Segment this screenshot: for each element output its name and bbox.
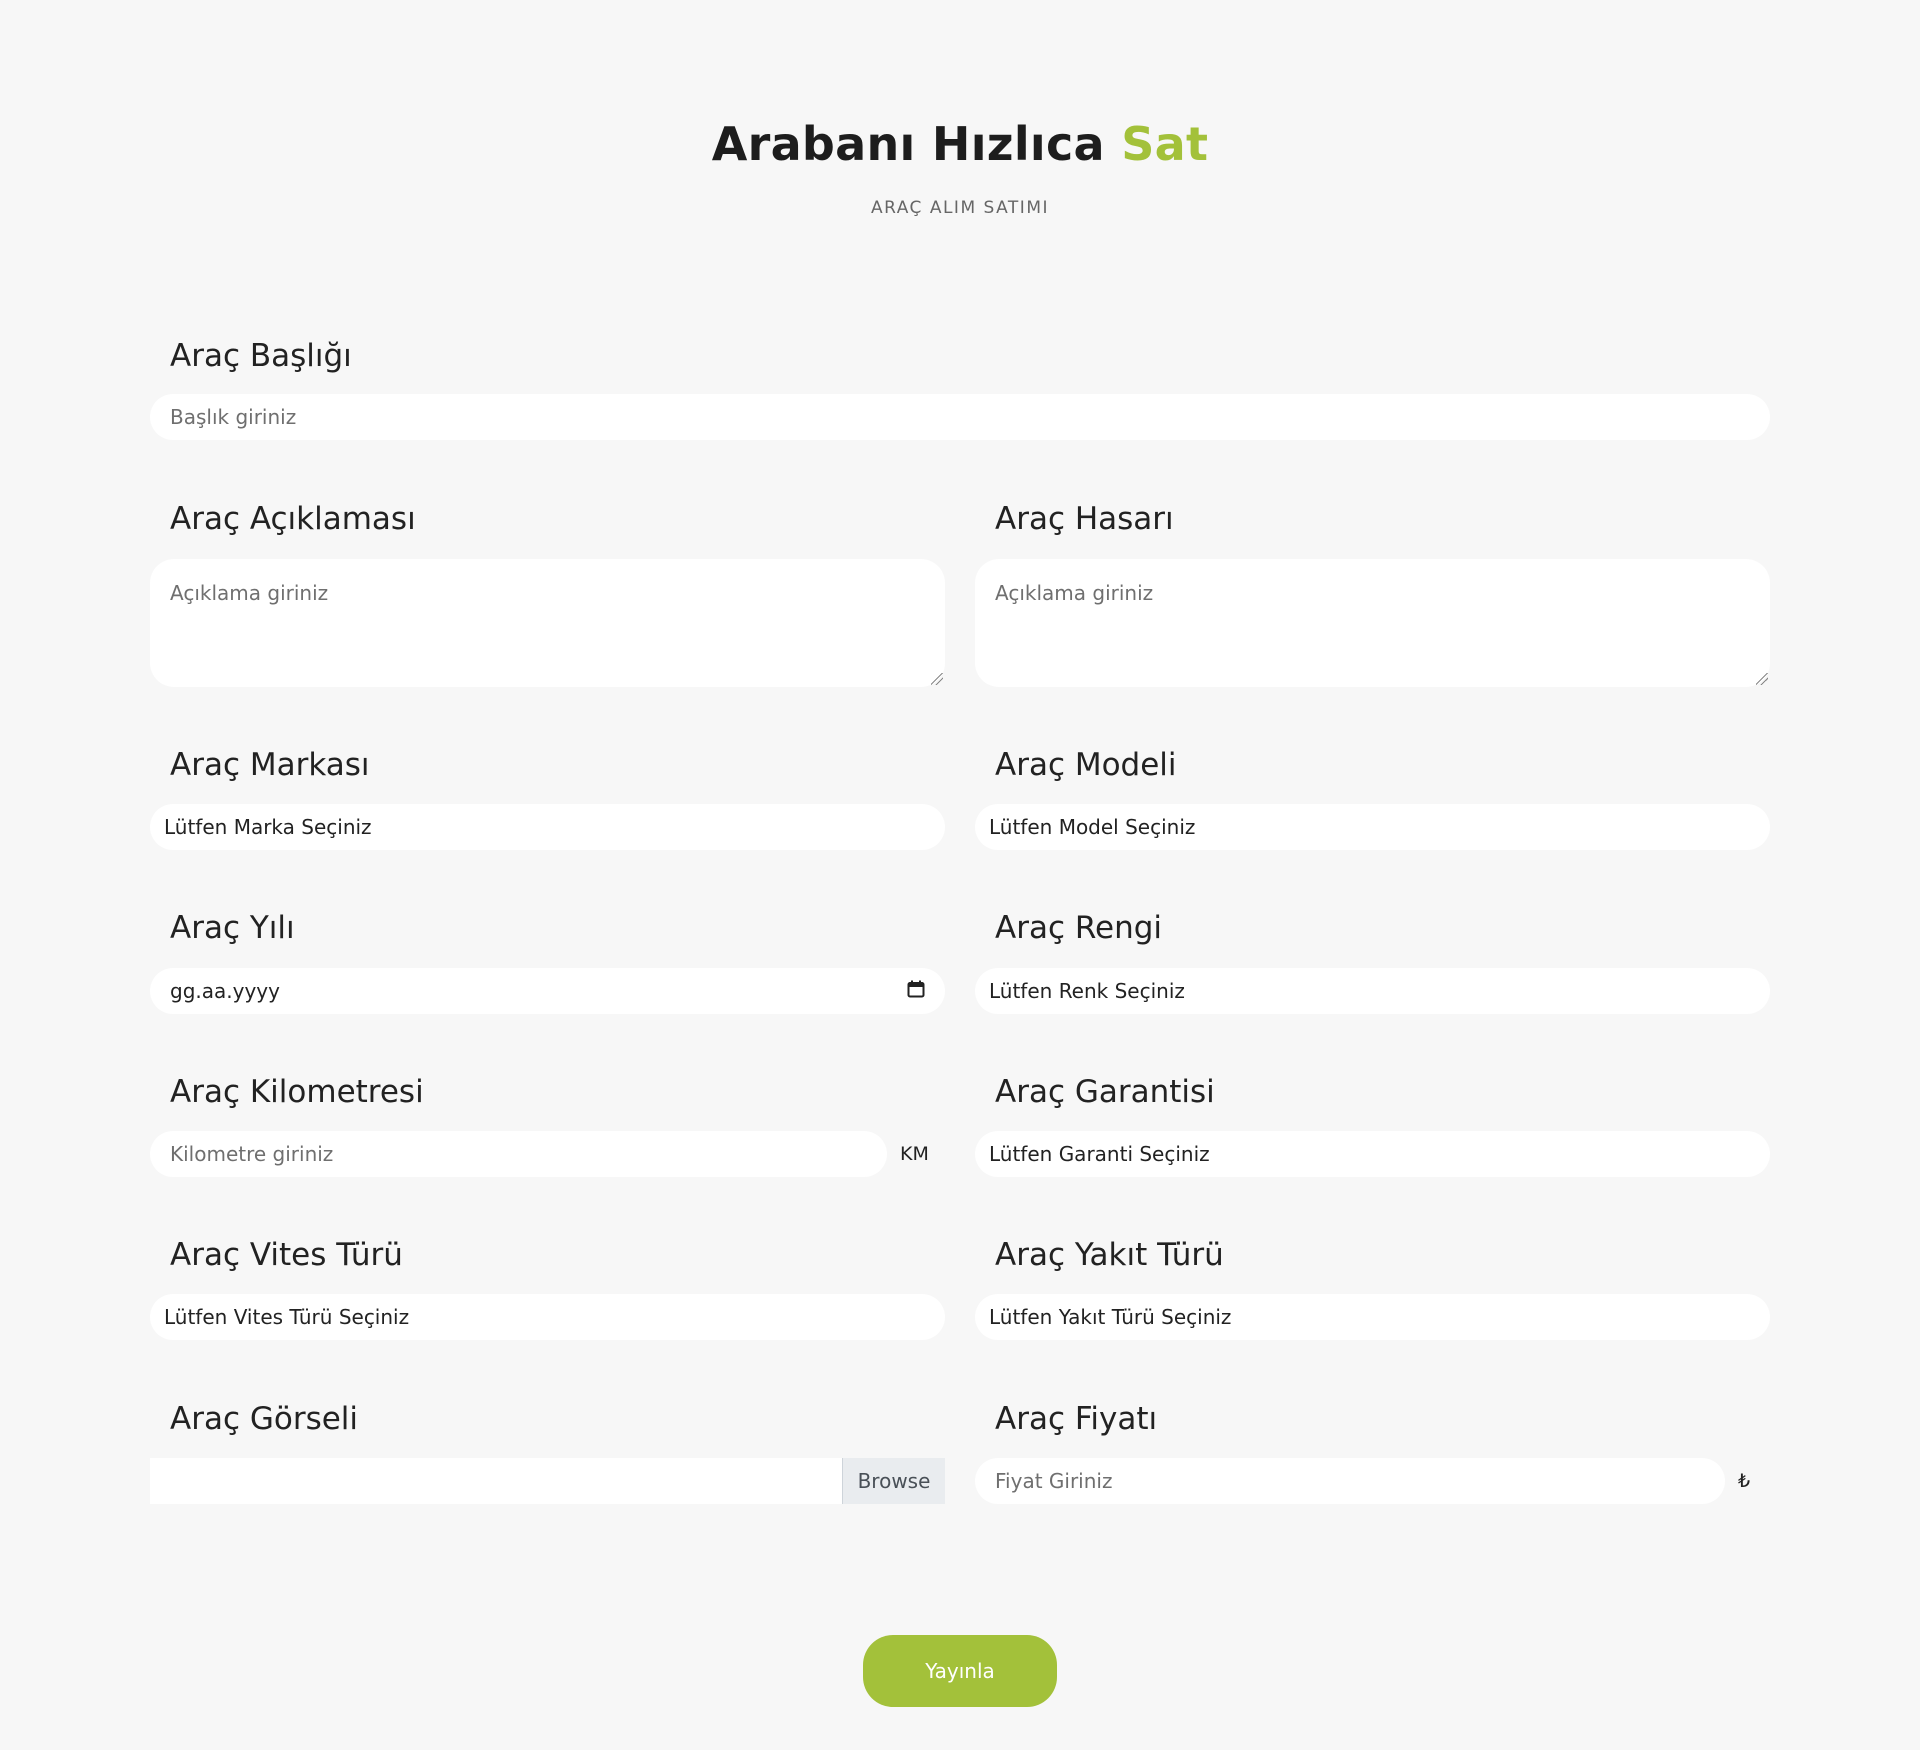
image-file-input[interactable]: Browse — [150, 1458, 945, 1504]
title-input[interactable]: Başlık giriniz — [150, 394, 1770, 440]
warranty-selected-value: Lütfen Garanti Seçiniz — [989, 1142, 1210, 1166]
gearbox-select[interactable]: Lütfen Vites Türü Seçiniz — [150, 1294, 945, 1340]
title-accent: Sat — [1121, 117, 1209, 171]
fuel-select[interactable]: Lütfen Yakıt Türü Seçiniz — [975, 1294, 1770, 1340]
resize-grip-icon[interactable] — [931, 673, 943, 685]
year-date-input[interactable]: gg.aa.yyyy — [150, 968, 945, 1014]
publish-button[interactable]: Yayınla — [863, 1635, 1057, 1707]
title-label: Araç Başlığı — [170, 338, 352, 374]
price-placeholder: Fiyat Giriniz — [995, 1469, 1113, 1493]
warranty-label: Araç Garantisi — [995, 1074, 1215, 1110]
damage-placeholder: Açıklama giriniz — [995, 581, 1154, 605]
gearbox-selected-value: Lütfen Vites Türü Seçiniz — [164, 1305, 410, 1329]
mileage-input[interactable]: Kilometre giriniz — [150, 1131, 887, 1177]
price-input[interactable]: Fiyat Giriniz — [975, 1458, 1725, 1504]
damage-textarea[interactable]: Açıklama giriniz — [975, 559, 1770, 687]
damage-label: Araç Hasarı — [995, 501, 1174, 537]
mileage-placeholder: Kilometre giriniz — [170, 1142, 334, 1166]
model-selected-value: Lütfen Model Seçiniz — [989, 815, 1196, 839]
image-label: Araç Görseli — [170, 1401, 359, 1437]
resize-grip-icon[interactable] — [1756, 673, 1768, 685]
fuel-selected-value: Lütfen Yakıt Türü Seçiniz — [989, 1305, 1232, 1329]
model-select[interactable]: Lütfen Model Seçiniz — [975, 804, 1770, 850]
brand-select[interactable]: Lütfen Marka Seçiniz — [150, 804, 945, 850]
warranty-select[interactable]: Lütfen Garanti Seçiniz — [975, 1131, 1770, 1177]
mileage-unit: KM — [900, 1143, 929, 1165]
color-selected-value: Lütfen Renk Seçiniz — [989, 979, 1185, 1003]
year-placeholder: gg.aa.yyyy — [170, 979, 280, 1003]
color-label: Araç Rengi — [995, 910, 1163, 946]
browse-button[interactable]: Browse — [842, 1458, 945, 1504]
page-subtitle: ARAÇ ALIM SATIMI — [870, 198, 1050, 218]
year-label: Araç Yılı — [170, 910, 295, 946]
page-title: Arabanı Hızlıca Sat — [0, 112, 1920, 176]
title-placeholder: Başlık giriniz — [170, 405, 297, 429]
gearbox-label: Araç Vites Türü — [170, 1237, 403, 1273]
page-header: Arabanı Hızlıca Sat ARAÇ ALIM SATIMI — [0, 112, 1920, 218]
fuel-label: Araç Yakıt Türü — [995, 1237, 1224, 1273]
price-label: Araç Fiyatı — [995, 1401, 1158, 1437]
calendar-icon[interactable] — [907, 979, 925, 1003]
color-select[interactable]: Lütfen Renk Seçiniz — [975, 968, 1770, 1014]
title-main: Arabanı Hızlıca — [711, 117, 1105, 171]
mileage-label: Araç Kilometresi — [170, 1074, 424, 1110]
description-label: Araç Açıklaması — [170, 501, 416, 537]
model-label: Araç Modeli — [995, 747, 1177, 783]
brand-selected-value: Lütfen Marka Seçiniz — [164, 815, 372, 839]
brand-label: Araç Markası — [170, 747, 370, 783]
description-placeholder: Açıklama giriniz — [170, 581, 329, 605]
description-textarea[interactable]: Açıklama giriniz — [150, 559, 945, 687]
currency-symbol: ₺ — [1738, 1470, 1751, 1492]
